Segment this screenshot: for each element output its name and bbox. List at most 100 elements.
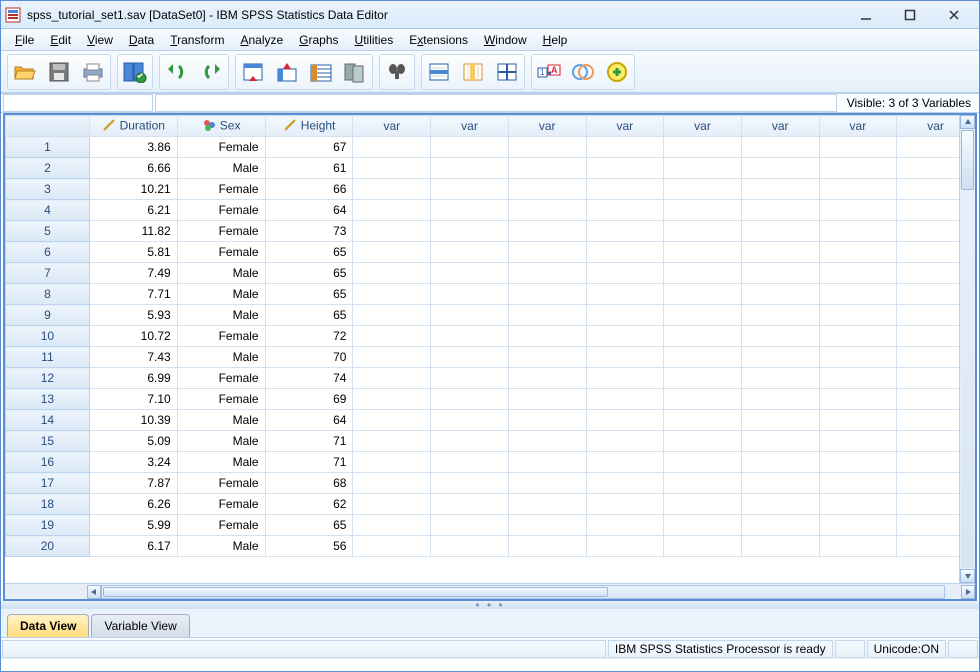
use-sets-icon[interactable] xyxy=(568,57,598,87)
cell[interactable]: 6.99 xyxy=(89,368,177,389)
cell-empty[interactable] xyxy=(586,452,664,473)
cell-empty[interactable] xyxy=(664,179,742,200)
cell[interactable]: 7.71 xyxy=(89,284,177,305)
menu-utilities[interactable]: Utilities xyxy=(347,31,402,49)
row-number[interactable]: 14 xyxy=(6,410,90,431)
column-header-empty[interactable]: var xyxy=(741,116,819,137)
menu-graphs[interactable]: Graphs xyxy=(291,31,346,49)
customize-toolbar-icon[interactable] xyxy=(602,57,632,87)
cell[interactable]: 70 xyxy=(265,347,353,368)
row-number[interactable]: 2 xyxy=(6,158,90,179)
cell[interactable]: 7.49 xyxy=(89,263,177,284)
scroll-left-icon[interactable] xyxy=(87,585,101,599)
column-header-empty[interactable]: var xyxy=(664,116,742,137)
cell-empty[interactable] xyxy=(741,179,819,200)
cell[interactable]: 65 xyxy=(265,515,353,536)
cell-empty[interactable] xyxy=(431,473,509,494)
cell-empty[interactable] xyxy=(819,410,897,431)
cell-empty[interactable] xyxy=(353,221,431,242)
cell-empty[interactable] xyxy=(508,410,586,431)
split-file-icon[interactable] xyxy=(492,57,522,87)
vertical-scroll-thumb[interactable] xyxy=(961,130,974,190)
cell-empty[interactable] xyxy=(586,473,664,494)
cell[interactable]: 65 xyxy=(265,242,353,263)
horizontal-scroll-thumb[interactable] xyxy=(103,587,608,597)
cell-empty[interactable] xyxy=(664,200,742,221)
cell-empty[interactable] xyxy=(508,473,586,494)
menu-view[interactable]: View xyxy=(79,31,121,49)
cell-empty[interactable] xyxy=(586,389,664,410)
scroll-down-icon[interactable] xyxy=(960,569,975,583)
cell-empty[interactable] xyxy=(586,158,664,179)
cell-empty[interactable] xyxy=(664,263,742,284)
cell-empty[interactable] xyxy=(664,473,742,494)
cell-empty[interactable] xyxy=(586,494,664,515)
cell[interactable]: 61 xyxy=(265,158,353,179)
row-number[interactable]: 8 xyxy=(6,284,90,305)
menu-extensions[interactable]: Extensions xyxy=(401,31,476,49)
cell-empty[interactable] xyxy=(819,305,897,326)
row-number[interactable]: 20 xyxy=(6,536,90,557)
cell-reference-box[interactable] xyxy=(3,94,153,112)
cell-empty[interactable] xyxy=(508,158,586,179)
cell-empty[interactable] xyxy=(819,452,897,473)
cell-empty[interactable] xyxy=(586,347,664,368)
cell-empty[interactable] xyxy=(431,179,509,200)
cell-empty[interactable] xyxy=(819,473,897,494)
cell[interactable]: 6.66 xyxy=(89,158,177,179)
cell-empty[interactable] xyxy=(508,452,586,473)
row-number[interactable]: 10 xyxy=(6,326,90,347)
scroll-right-icon[interactable] xyxy=(961,585,975,599)
row-number[interactable]: 5 xyxy=(6,221,90,242)
cell-empty[interactable] xyxy=(819,389,897,410)
column-header-height[interactable]: Height xyxy=(265,116,353,137)
cell-empty[interactable] xyxy=(819,158,897,179)
cell[interactable]: 3.24 xyxy=(89,452,177,473)
cell-empty[interactable] xyxy=(353,515,431,536)
menu-transform[interactable]: Transform xyxy=(162,31,232,49)
run-descriptives-icon[interactable] xyxy=(340,57,370,87)
cell-empty[interactable] xyxy=(741,473,819,494)
cell-empty[interactable] xyxy=(508,536,586,557)
cell-empty[interactable] xyxy=(819,179,897,200)
cell-empty[interactable] xyxy=(353,242,431,263)
cell[interactable]: Female xyxy=(177,221,265,242)
cell-empty[interactable] xyxy=(741,284,819,305)
redo-icon[interactable] xyxy=(196,57,226,87)
cell[interactable]: 72 xyxy=(265,326,353,347)
cell-empty[interactable] xyxy=(508,368,586,389)
cell-empty[interactable] xyxy=(664,536,742,557)
menu-window[interactable]: Window xyxy=(476,31,535,49)
cell[interactable]: Female xyxy=(177,200,265,221)
save-file-icon[interactable] xyxy=(44,57,74,87)
cell-empty[interactable] xyxy=(586,368,664,389)
cell-empty[interactable] xyxy=(431,431,509,452)
cell-empty[interactable] xyxy=(664,389,742,410)
cell[interactable]: 10.72 xyxy=(89,326,177,347)
cell-empty[interactable] xyxy=(741,452,819,473)
cell-empty[interactable] xyxy=(664,284,742,305)
cell[interactable]: Male xyxy=(177,536,265,557)
undo-icon[interactable] xyxy=(162,57,192,87)
cell[interactable]: Female xyxy=(177,515,265,536)
cell-empty[interactable] xyxy=(819,515,897,536)
cell-empty[interactable] xyxy=(819,221,897,242)
cell-empty[interactable] xyxy=(353,200,431,221)
cell-empty[interactable] xyxy=(353,368,431,389)
menu-help[interactable]: Help xyxy=(535,31,576,49)
cell[interactable]: Male xyxy=(177,410,265,431)
cell[interactable]: 64 xyxy=(265,410,353,431)
cell-empty[interactable] xyxy=(664,221,742,242)
cell-empty[interactable] xyxy=(741,137,819,158)
cell-empty[interactable] xyxy=(353,389,431,410)
cell-empty[interactable] xyxy=(819,284,897,305)
cell-empty[interactable] xyxy=(353,305,431,326)
cell[interactable]: 7.87 xyxy=(89,473,177,494)
cell[interactable]: Male xyxy=(177,452,265,473)
cell-empty[interactable] xyxy=(508,515,586,536)
cell[interactable]: 7.43 xyxy=(89,347,177,368)
cell-empty[interactable] xyxy=(586,137,664,158)
row-number[interactable]: 13 xyxy=(6,389,90,410)
cell-empty[interactable] xyxy=(586,179,664,200)
cell[interactable]: 3.86 xyxy=(89,137,177,158)
